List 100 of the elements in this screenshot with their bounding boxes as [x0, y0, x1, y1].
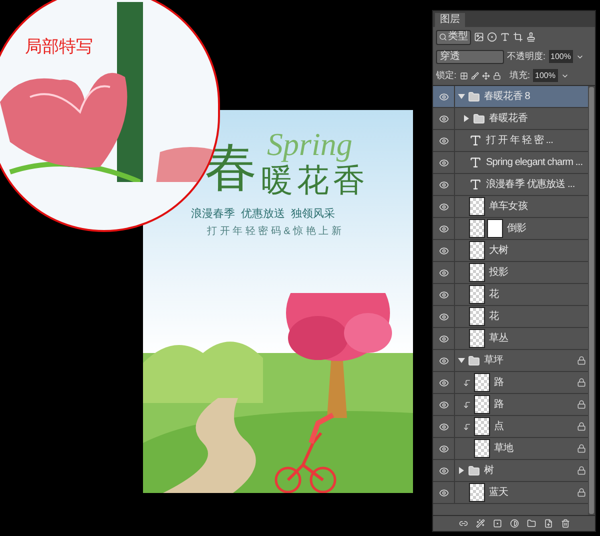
visibility-eye-icon[interactable]	[438, 378, 448, 388]
poster-title: 暖花香	[261, 164, 369, 196]
text-filter-icon[interactable]	[500, 32, 510, 42]
layer-name: 路	[494, 398, 505, 412]
visibility-eye-icon[interactable]	[438, 114, 448, 124]
poster-script-title: Spring	[267, 128, 354, 160]
layer-name: 点	[494, 420, 505, 434]
layer-thumbnail	[469, 241, 485, 260]
layer-row[interactable]: 投影	[433, 262, 588, 284]
visibility-eye-icon[interactable]	[438, 92, 448, 102]
layer-row[interactable]: 蓝天	[433, 482, 588, 504]
folder-icon	[468, 464, 480, 476]
panel-tab[interactable]: 图层	[435, 13, 465, 27]
text-layer-icon	[469, 134, 482, 147]
visibility-eye-icon[interactable]	[438, 444, 448, 454]
layer-row[interactable]: 路	[433, 372, 588, 394]
layer-row[interactable]: 倒影	[433, 218, 588, 240]
layer-row[interactable]: 路	[433, 394, 588, 416]
visibility-eye-icon[interactable]	[438, 158, 448, 168]
layer-row[interactable]: 花	[433, 306, 588, 328]
visibility-eye-icon[interactable]	[438, 290, 448, 300]
lock-transparency-icon[interactable]	[460, 72, 468, 80]
layer-row[interactable]: 单车女孩	[433, 196, 588, 218]
new-group-icon[interactable]	[526, 519, 536, 528]
visibility-eye-icon[interactable]	[438, 180, 448, 190]
layer-name: 单车女孩	[489, 200, 529, 214]
delete-icon[interactable]	[560, 519, 570, 528]
layer-row[interactable]: 树	[433, 460, 588, 482]
visibility-eye-icon[interactable]	[438, 312, 448, 322]
mask-icon[interactable]	[492, 519, 502, 528]
layer-name: 打 开 年 轻 密 ...	[486, 134, 554, 148]
layer-name: 投影	[489, 266, 510, 280]
visibility-eye-icon[interactable]	[438, 356, 448, 366]
layer-thumbnail	[469, 219, 485, 238]
lock-icon[interactable]	[577, 400, 586, 409]
poster-slogan: 浪漫春季 优惠放送 独领风采	[191, 206, 336, 222]
lock-icon[interactable]	[577, 466, 586, 475]
text-layer-icon	[469, 156, 482, 169]
visibility-eye-icon[interactable]	[438, 334, 448, 344]
text-layer-icon	[469, 178, 482, 191]
visibility-eye-icon[interactable]	[438, 246, 448, 256]
layer-name: 路	[494, 376, 505, 390]
layer-name: 春暖花香	[489, 112, 528, 126]
collapsed-triangle-icon[interactable]	[458, 467, 465, 474]
layer-row[interactable]: 草地	[433, 438, 588, 460]
fill-field[interactable]: 100%	[533, 69, 558, 82]
expanded-triangle-icon[interactable]	[458, 93, 465, 100]
layer-row[interactable]: 打 开 年 轻 密 ...	[433, 130, 588, 152]
layer-thumbnail	[469, 263, 485, 282]
lock-position-icon[interactable]	[482, 72, 490, 80]
layer-row[interactable]: 浪漫春季 优惠放送 ...	[433, 174, 588, 196]
visibility-eye-icon[interactable]	[438, 466, 448, 476]
folder-icon	[468, 354, 480, 366]
layer-name: 草丛	[489, 332, 510, 346]
link-icon[interactable]	[458, 519, 468, 528]
visibility-eye-icon[interactable]	[438, 488, 448, 498]
layer-name: 草坪	[484, 354, 504, 368]
visibility-eye-icon[interactable]	[438, 136, 448, 146]
collapsed-triangle-icon[interactable]	[463, 115, 470, 122]
layer-name: 树	[484, 464, 495, 478]
opacity-field[interactable]: 100%	[548, 50, 573, 63]
layer-name: Spring elegant charm ...	[486, 156, 584, 170]
layer-name: 草地	[494, 442, 514, 456]
expanded-triangle-icon[interactable]	[458, 357, 465, 364]
layer-row[interactable]: Spring elegant charm ...	[433, 152, 588, 174]
lock-label: 锁定:	[436, 68, 457, 82]
layer-name: 倒影	[507, 222, 528, 236]
layer-row[interactable]: 草坪	[433, 350, 588, 372]
layer-row[interactable]: 花	[433, 284, 588, 306]
filter-dropdown[interactable]: 类型	[436, 30, 471, 44]
lock-icon[interactable]	[577, 422, 586, 431]
lock-icon[interactable]	[577, 488, 586, 497]
layer-row[interactable]: 点	[433, 416, 588, 438]
layer-row[interactable]: 大树	[433, 240, 588, 262]
folder-icon	[468, 90, 480, 102]
search-icon	[439, 33, 447, 41]
visibility-eye-icon[interactable]	[438, 422, 448, 432]
visibility-eye-icon[interactable]	[438, 268, 448, 278]
scrollbar[interactable]	[588, 86, 595, 515]
poster-title-char: 春	[205, 142, 257, 194]
fill-label: 填充:	[510, 68, 530, 82]
lock-icon[interactable]	[577, 444, 586, 453]
poster-tagline: 打 开 年 轻 密 码 & 惊 艳 上 新	[207, 224, 342, 238]
folder-icon	[473, 112, 485, 124]
layer-row[interactable]: 春暖花香 8	[433, 86, 588, 108]
layer-row[interactable]: 春暖花香	[433, 108, 588, 130]
visibility-eye-icon[interactable]	[438, 202, 448, 212]
blend-mode-dropdown[interactable]: 穿透	[436, 50, 504, 64]
image-filter-icon[interactable]	[474, 32, 484, 42]
visibility-eye-icon[interactable]	[438, 224, 448, 234]
layer-name: 春暖花香 8	[484, 90, 531, 104]
lock-icon[interactable]	[577, 378, 586, 387]
opacity-label: 不透明度:	[507, 50, 546, 63]
new-layer-icon[interactable]	[544, 519, 552, 528]
layer-name: 浪漫春季 优惠放送 ...	[486, 178, 576, 192]
lock-icon[interactable]	[577, 356, 586, 365]
lock-pixels-icon[interactable]	[470, 72, 479, 80]
visibility-eye-icon[interactable]	[438, 400, 448, 410]
lock-all-icon[interactable]	[492, 72, 501, 80]
layer-row[interactable]: 草丛	[433, 328, 588, 350]
